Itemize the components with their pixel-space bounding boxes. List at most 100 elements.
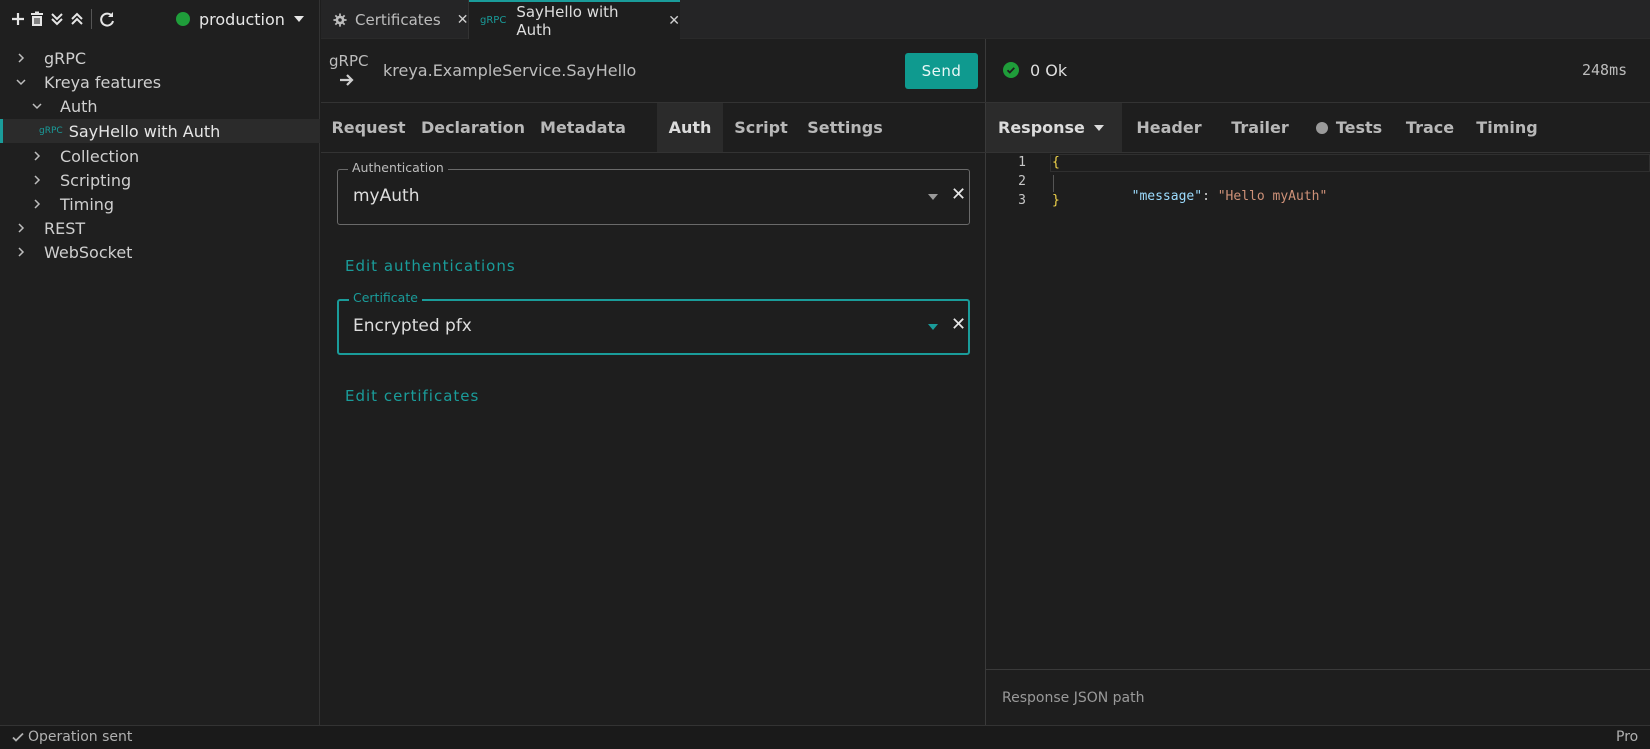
code-line: 2 "message": "Hello myAuth" (986, 174, 1650, 204)
chevron-right-icon (30, 149, 44, 163)
close-icon[interactable]: ✕ (457, 12, 469, 28)
certificate-select[interactable]: Certificate Encrypted pfx ✕ (337, 290, 970, 355)
trash-icon[interactable] (27, 9, 47, 29)
response-panel: 0 Ok 248ms Response Header Trailer Tests… (986, 39, 1650, 725)
chevron-down-icon[interactable] (928, 194, 938, 200)
tab-tests[interactable]: Tests (1304, 103, 1394, 152)
tab-metadata[interactable]: Metadata (530, 103, 636, 152)
sidebar-toolbar: production (0, 0, 320, 39)
clear-icon[interactable]: ✕ (951, 314, 966, 335)
refresh-icon[interactable] (97, 9, 117, 29)
tree-item-label: Scripting (60, 170, 132, 190)
check-icon (11, 730, 25, 744)
tab-label: Tests (1335, 118, 1383, 137)
grpc-badge: gRPC (39, 126, 63, 136)
plan-badge[interactable]: Pro (1616, 729, 1638, 745)
request-panel: gRPC kreya.ExampleService.SayHello Send … (321, 39, 986, 725)
chevron-down-icon (1093, 124, 1104, 131)
toolbar-divider (91, 9, 92, 29)
tab-header[interactable]: Header (1122, 103, 1216, 152)
request-type-label: gRPC (329, 52, 369, 70)
tab-trailer[interactable]: Trailer (1216, 103, 1304, 152)
tree-item-label: REST (44, 218, 86, 238)
tree-item-timing[interactable]: Timing (0, 192, 320, 216)
tab-request[interactable]: Request (321, 103, 416, 152)
tab-timing[interactable]: Timing (1466, 103, 1548, 152)
tree-item-label: Collection (60, 146, 140, 166)
environment-status-dot (176, 12, 190, 26)
environment-name: production (199, 9, 285, 29)
json-brace: { (1052, 155, 1060, 170)
chevron-right-icon (30, 173, 44, 187)
tree-item-auth[interactable]: Auth (0, 94, 320, 118)
status-message: Operation sent (28, 729, 133, 745)
tab-trace[interactable]: Trace (1394, 103, 1466, 152)
chevron-down-icon (30, 99, 44, 113)
tree-item-label: gRPC (44, 48, 87, 68)
selection-indicator (0, 119, 3, 143)
plus-icon[interactable] (8, 9, 28, 29)
tests-status-dot (1315, 121, 1328, 134)
json-brace: } (1052, 193, 1060, 208)
check-circle-icon (1003, 62, 1019, 78)
tab-sayhello-with-auth[interactable]: gRPC SayHello with Auth ✕ (469, 0, 680, 39)
chevron-down-icon[interactable] (928, 324, 938, 330)
line-number: 2 (1018, 174, 1026, 189)
tab-label: SayHello with Auth (516, 2, 619, 39)
response-json-path-input[interactable]: Response JSON path (986, 669, 1650, 725)
chevron-down-icon (14, 75, 28, 89)
code-line: 3 } (986, 193, 1650, 212)
collapse-all-icon[interactable] (47, 9, 67, 29)
tree-item-label: Timing (60, 194, 115, 214)
tree-item-grpc[interactable]: gRPC (0, 46, 320, 70)
tab-declaration[interactable]: Declaration (416, 103, 530, 152)
status-bar: Operation sent Pro (0, 725, 1650, 749)
chevron-right-icon (14, 51, 28, 65)
certificate-value: Encrypted pfx (353, 316, 472, 336)
method-name[interactable]: kreya.ExampleService.SayHello (383, 61, 636, 80)
tree-item-kreya-features[interactable]: Kreya features (0, 70, 320, 94)
close-icon[interactable]: ✕ (668, 13, 680, 29)
response-editor[interactable]: 1 { 2 "message": "Hello myAuth" 3 } (986, 153, 1650, 669)
tab-settings[interactable]: Settings (799, 103, 891, 152)
tab-script[interactable]: Script (723, 103, 799, 152)
chevron-down-icon (293, 16, 304, 22)
tree-item-scripting[interactable]: Scripting (0, 168, 320, 192)
tab-certificates[interactable]: Certificates ✕ (321, 0, 469, 39)
authentication-select[interactable]: Authentication myAuth ✕ (337, 160, 970, 225)
edit-certificates-link[interactable]: Edit certificates (345, 387, 479, 405)
tab-label: Response (998, 118, 1085, 137)
clear-icon[interactable]: ✕ (951, 184, 966, 205)
expand-all-icon[interactable] (67, 9, 87, 29)
tab-auth[interactable]: Auth (657, 103, 723, 152)
request-header: gRPC kreya.ExampleService.SayHello Send (321, 39, 986, 103)
grpc-badge: gRPC (480, 15, 507, 26)
authentication-label: Authentication (348, 160, 448, 175)
chevron-right-icon (14, 245, 28, 259)
environment-selector[interactable]: production (176, 8, 304, 30)
line-number: 1 (1018, 155, 1026, 170)
response-header: 0 Ok 248ms (986, 39, 1650, 103)
tree-item-collection[interactable]: Collection (0, 144, 320, 168)
response-duration: 248ms (1582, 61, 1628, 79)
gear-icon (333, 12, 347, 27)
code-line: 1 { (986, 155, 1650, 174)
tree-item-rest[interactable]: REST (0, 216, 320, 240)
editor-tab-bar: Certificates ✕ gRPC SayHello with Auth ✕ (321, 0, 1650, 39)
sidebar: production gRPC Kreya features Auth gRPC… (0, 0, 320, 725)
chevron-right-icon (30, 197, 44, 211)
tree-item-label: WebSocket (44, 242, 133, 262)
certificate-label: Certificate (349, 290, 422, 305)
arrow-right-icon (339, 73, 355, 87)
tab-label: Certificates (355, 10, 441, 29)
tree-item-websocket[interactable]: WebSocket (0, 240, 320, 264)
send-button[interactable]: Send (905, 53, 978, 89)
tab-response[interactable]: Response (986, 103, 1122, 152)
json-path-placeholder: Response JSON path (1002, 690, 1145, 706)
response-status: 0 Ok (1030, 61, 1068, 80)
edit-authentications-link[interactable]: Edit authentications (345, 257, 516, 275)
authentication-value: myAuth (353, 186, 420, 206)
tree-item-label: Auth (60, 96, 98, 116)
tree-item-sayhello-with-auth[interactable]: gRPC SayHello with Auth (0, 119, 320, 143)
response-tabs: Response Header Trailer Tests Trace Timi… (986, 103, 1650, 153)
